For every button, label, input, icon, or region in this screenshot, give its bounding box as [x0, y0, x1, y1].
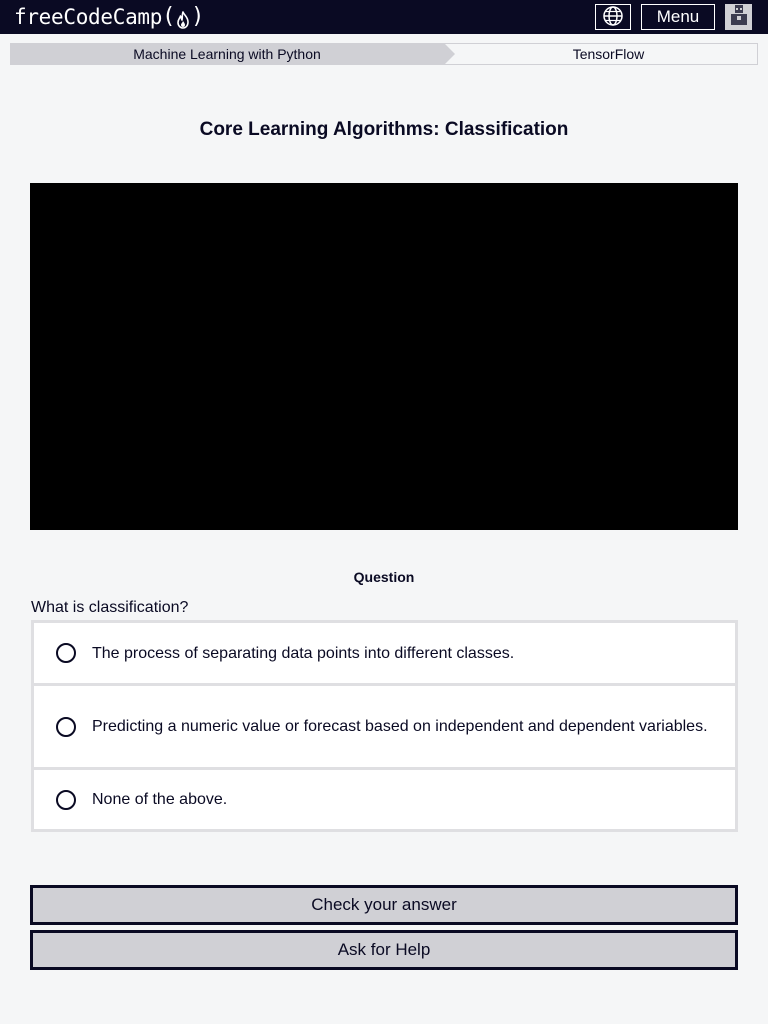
radio-button[interactable] [56, 789, 76, 810]
avatar[interactable] [725, 4, 752, 30]
globe-icon [602, 5, 624, 30]
answer-option[interactable]: The process of separating data points in… [34, 623, 735, 683]
freecodecamp-logo[interactable]: freeCodeCamp ( ) [14, 3, 204, 31]
question-text: What is classification? [31, 599, 189, 616]
video-player[interactable] [30, 183, 738, 530]
radio-button[interactable] [56, 643, 76, 663]
breadcrumb-lesson[interactable]: TensorFlow [444, 43, 758, 65]
answer-options: The process of separating data points in… [31, 620, 738, 832]
question-heading: Question [353, 569, 415, 585]
logo-paren-open: ( [162, 4, 176, 29]
radio-button[interactable] [56, 716, 76, 737]
answer-label: Predicting a numeric value or forecast b… [92, 718, 708, 735]
check-answer-button[interactable]: Check your answer [30, 885, 738, 925]
page-title: Core Learning Algorithms: Classification [199, 119, 569, 140]
answer-label: None of the above. [92, 791, 228, 808]
breadcrumb-arrow [444, 43, 455, 65]
answer-option[interactable]: Predicting a numeric value or forecast b… [34, 686, 735, 767]
language-button[interactable] [595, 4, 631, 30]
breadcrumb: Machine Learning with Python TensorFlow [10, 43, 758, 65]
logo-paren-close: ) [191, 4, 205, 29]
breadcrumb-course[interactable]: Machine Learning with Python [10, 43, 444, 65]
flame-icon [176, 8, 190, 29]
logo-text: freeCodeCamp [14, 5, 163, 29]
avatar-icon [729, 4, 749, 30]
ask-for-help-button[interactable]: Ask for Help [30, 930, 738, 970]
top-nav: freeCodeCamp ( ) Menu [0, 0, 768, 34]
answer-option[interactable]: None of the above. [34, 770, 735, 829]
answer-label: The process of separating data points in… [92, 644, 515, 662]
menu-button[interactable]: Menu [641, 4, 715, 30]
